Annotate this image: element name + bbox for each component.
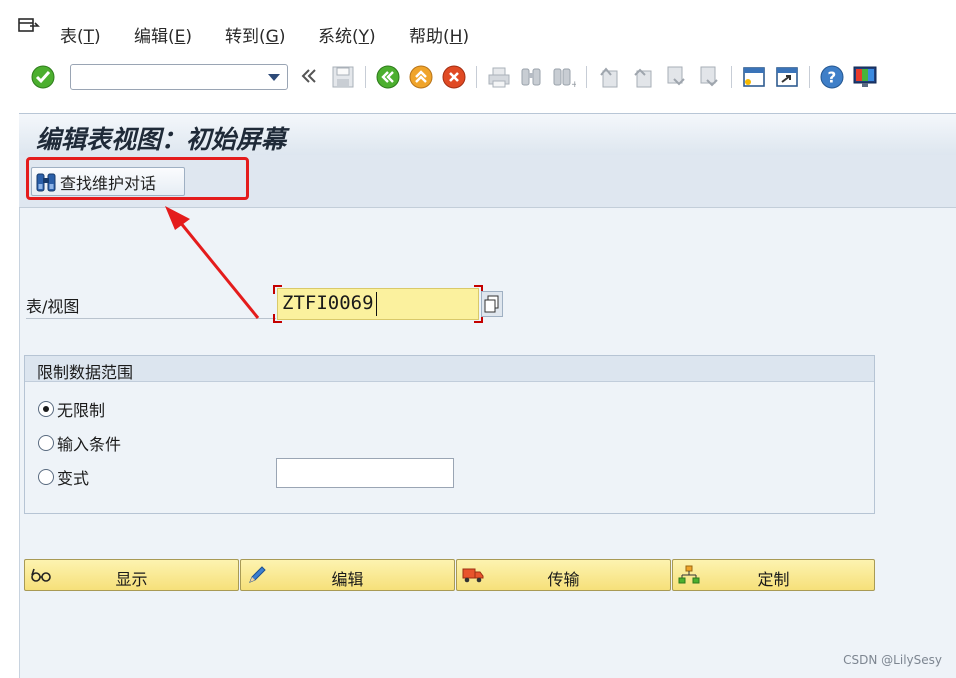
- chevron-down-icon[interactable]: [268, 74, 280, 81]
- print-icon[interactable]: [487, 65, 511, 89]
- radio-button[interactable]: [38, 435, 54, 451]
- edit-label: 编辑: [331, 570, 364, 589]
- variant-input[interactable]: [276, 458, 454, 488]
- copy-pages-icon: [484, 295, 499, 313]
- display-label: 显示: [115, 570, 148, 589]
- menu-icon[interactable]: [18, 17, 40, 35]
- last-page-icon[interactable]: [697, 65, 721, 89]
- svg-text:+: +: [571, 80, 576, 89]
- watermark: CSDN @LilySesy: [843, 653, 942, 667]
- group-title: 限制数据范围: [37, 363, 134, 382]
- save-icon[interactable]: [331, 65, 355, 89]
- menu-system[interactable]: 系统(Y): [318, 22, 376, 47]
- help-icon[interactable]: ?: [820, 65, 844, 89]
- toolbar-separator: [731, 66, 732, 88]
- radio-button[interactable]: [38, 469, 54, 485]
- text-cursor: [376, 292, 377, 316]
- back-icon[interactable]: [376, 65, 400, 89]
- page-title: 编辑表视图：初始屏幕: [36, 125, 287, 154]
- display-button[interactable]: 显示: [24, 559, 239, 591]
- find-icon[interactable]: [519, 65, 543, 89]
- group-header: [25, 356, 874, 382]
- toolbar-separator: [476, 66, 477, 88]
- customize-label: 定制: [757, 570, 790, 589]
- enter-check-icon[interactable]: [31, 65, 55, 89]
- menu-table[interactable]: 表(T): [60, 22, 101, 47]
- radio-enter-conditions[interactable]: 输入条件: [38, 431, 121, 455]
- customize-button[interactable]: 定制: [672, 559, 875, 591]
- table-view-label: 表/视图: [26, 297, 80, 316]
- exit-icon[interactable]: [409, 65, 433, 89]
- radio-no-restriction[interactable]: 无限制: [38, 397, 105, 421]
- radio-label: 变式: [57, 469, 90, 488]
- toolbar-separator: [365, 66, 366, 88]
- menu-bar: 表(T) 编辑(E) 转到(G) 系统(Y) 帮助(H): [0, 0, 956, 56]
- toolbar-separator: [586, 66, 587, 88]
- focus-corner: [273, 285, 282, 294]
- command-input[interactable]: [75, 66, 269, 90]
- history-chevron-icon[interactable]: [299, 66, 319, 86]
- new-session-icon[interactable]: [742, 65, 766, 89]
- menu-goto[interactable]: 转到(G): [225, 22, 285, 47]
- transport-button[interactable]: 传输: [456, 559, 671, 591]
- svg-text:?: ?: [828, 69, 837, 87]
- shortcut-icon[interactable]: [775, 65, 799, 89]
- annotation-highlight-box: [26, 157, 249, 200]
- value-help-button[interactable]: [481, 291, 503, 317]
- cancel-icon[interactable]: [442, 65, 466, 89]
- menu-edit[interactable]: 编辑(E): [134, 22, 192, 47]
- previous-page-icon[interactable]: [631, 65, 655, 89]
- table-view-input[interactable]: ZTFI0069: [277, 288, 479, 320]
- toolbar-separator: [809, 66, 810, 88]
- label-underline: [26, 318, 276, 319]
- transport-label: 传输: [547, 570, 580, 589]
- layout-icon[interactable]: [853, 65, 877, 89]
- command-field[interactable]: [70, 64, 288, 90]
- radio-label: 无限制: [57, 401, 106, 420]
- radio-variant[interactable]: 变式: [38, 465, 89, 489]
- first-page-icon[interactable]: [597, 65, 621, 89]
- edit-button[interactable]: 编辑: [240, 559, 455, 591]
- radio-label: 输入条件: [57, 435, 122, 454]
- focus-corner: [273, 314, 282, 323]
- radio-button[interactable]: [38, 401, 54, 417]
- find-next-icon[interactable]: +: [552, 65, 576, 89]
- menu-help[interactable]: 帮助(H): [409, 22, 469, 47]
- next-page-icon[interactable]: [664, 65, 688, 89]
